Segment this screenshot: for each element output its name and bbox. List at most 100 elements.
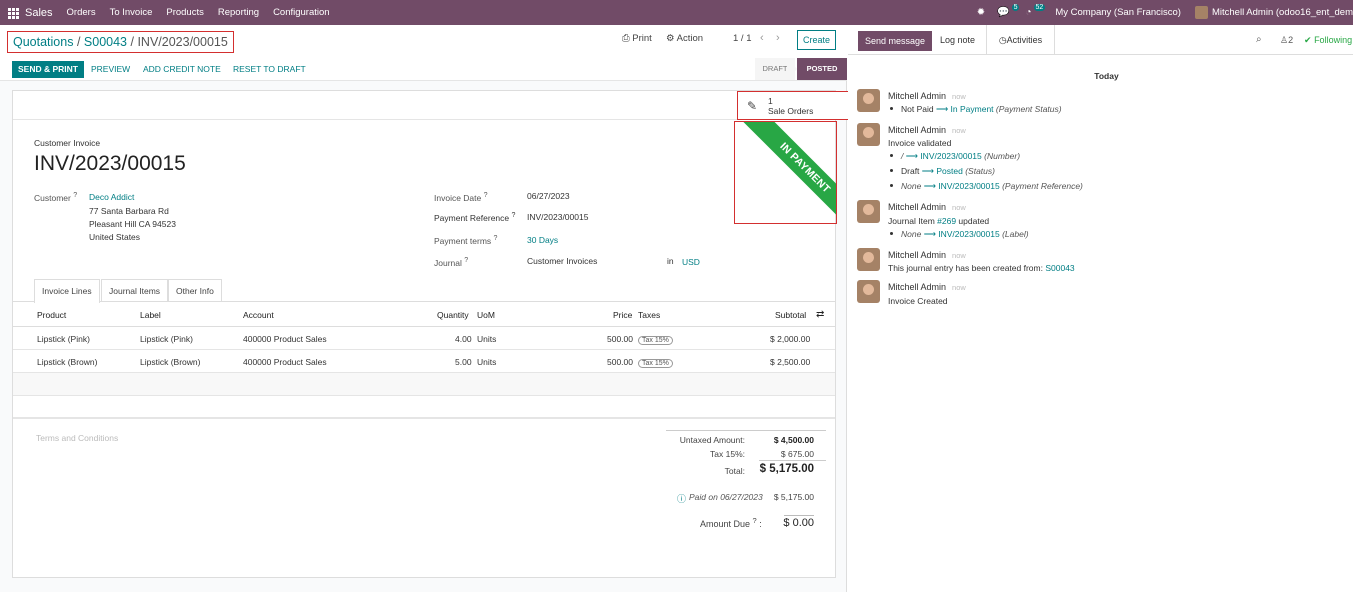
column-label[interactable]: Label (140, 310, 161, 320)
message-author[interactable]: Mitchell Admin now (888, 125, 966, 135)
breadcrumb-quotations[interactable]: Quotations (13, 35, 73, 49)
clock-icon: ◷ (998, 35, 1007, 45)
message-body: Invoice Created (888, 296, 948, 306)
edit-icon: ✎ (747, 99, 758, 113)
message-time: now (952, 203, 966, 212)
menu-to-invoice[interactable]: To Invoice (110, 7, 153, 18)
following-label: Following (1314, 35, 1353, 45)
avatar[interactable] (857, 200, 880, 223)
tracking-line: None ⟶ INV/2023/00015 (Payment Reference… (890, 181, 1083, 192)
sale-order-link[interactable]: S00043 (1045, 263, 1074, 273)
row-product: Lipstick (Brown) (37, 357, 98, 367)
tax-value: $ 675.00 (780, 449, 814, 459)
payment-info-icon[interactable]: ⓘ (677, 492, 686, 505)
in-payment-ribbon: IN PAYMENT (735, 122, 836, 223)
invoice-number-title: INV/2023/00015 (34, 152, 186, 175)
currency-field[interactable]: USD (682, 257, 700, 267)
sale-orders-smart-button[interactable]: ✎ 1 Sale Orders (737, 91, 852, 120)
following-button[interactable]: ✔ Following (1304, 35, 1352, 46)
paperclip-icon[interactable]: ⌕ (1256, 34, 1262, 45)
message-body: Journal Item #269 updated (888, 216, 990, 226)
log-note-button[interactable]: Log note (940, 35, 975, 45)
journal-field[interactable]: Customer Invoices (527, 256, 597, 266)
chatter-topbar: Send message Log note ◷Activities ⌕ ♙2 ✔… (848, 25, 1353, 55)
payment-reference-field[interactable]: INV/2023/00015 (527, 212, 588, 222)
tracking-line: None ⟶ INV/2023/00015 (Label) (890, 229, 1029, 240)
untaxed-amount-value: $ 4,500.00 (773, 435, 814, 445)
tracking-line: Draft ⟶ Posted (Status) (890, 166, 995, 177)
stage-posted: POSTED (797, 58, 847, 80)
debug-bug-icon[interactable]: ✹ (977, 7, 985, 18)
breadcrumb-order[interactable]: S00043 (84, 35, 127, 49)
user-menu[interactable]: Mitchell Admin (odoo16_ent_dem (1212, 7, 1353, 18)
column-product[interactable]: Product (37, 310, 66, 320)
action-menu[interactable]: ⚙ Action (666, 33, 703, 44)
avatar[interactable] (857, 280, 880, 303)
breadcrumb: Quotations / S00043 / INV/2023/00015 (7, 31, 234, 53)
message-body: This journal entry has been created from… (888, 263, 1075, 273)
app-name[interactable]: Sales (25, 7, 53, 19)
column-subtotal[interactable]: Subtotal (775, 310, 806, 320)
gear-icon: ⚙ (666, 33, 675, 44)
status-bar: SEND & PRINT PREVIEW ADD CREDIT NOTE RES… (0, 58, 847, 81)
total-divider (759, 460, 826, 461)
menu-reporting[interactable]: Reporting (218, 7, 259, 18)
table-row[interactable]: Lipstick (Pink) Lipstick (Pink) 400000 P… (13, 327, 835, 350)
messages-icon[interactable]: 💬 (997, 7, 1009, 18)
journal-item-link[interactable]: #269 (937, 216, 956, 226)
pager-next-icon[interactable]: › (776, 32, 780, 44)
send-message-button[interactable]: Send message (858, 31, 933, 51)
avatar[interactable] (857, 248, 880, 271)
customer-link[interactable]: Deco Addict (89, 192, 134, 202)
add-credit-note-button[interactable]: ADD CREDIT NOTE (143, 61, 221, 78)
company-switcher[interactable]: My Company (San Francisco) (1055, 7, 1181, 18)
send-print-button[interactable]: SEND & PRINT (12, 61, 84, 78)
untaxed-amount-label: Untaxed Amount: (679, 435, 745, 445)
column-uom[interactable]: UoM (477, 310, 495, 320)
message-author[interactable]: Mitchell Admin now (888, 282, 966, 292)
payment-terms-field[interactable]: 30 Days (527, 235, 558, 245)
terms-conditions-field[interactable]: Terms and Conditions (36, 433, 118, 443)
reset-to-draft-button[interactable]: RESET TO DRAFT (233, 61, 306, 78)
tracking-line: Not Paid ⟶ In Payment (Payment Status) (890, 104, 1062, 115)
tab-journal-items[interactable]: Journal Items (101, 279, 169, 302)
message-author[interactable]: Mitchell Admin now (888, 202, 966, 212)
activity-clock-icon[interactable]: ◔ (1025, 7, 1031, 18)
message-author[interactable]: Mitchell Admin now (888, 250, 966, 260)
avatar[interactable] (857, 89, 880, 112)
column-account[interactable]: Account (243, 310, 274, 320)
row-uom: Units (477, 357, 497, 367)
apps-menu-icon[interactable] (8, 7, 19, 19)
action-label: Action (676, 33, 704, 44)
activities-label: Activities (1006, 35, 1043, 45)
preview-button[interactable]: PREVIEW (91, 61, 130, 78)
optional-columns-icon[interactable]: ⇄ (816, 309, 824, 320)
create-button[interactable]: Create (797, 30, 836, 50)
avatar[interactable] (857, 123, 880, 146)
print-menu[interactable]: ⎙ Print (622, 33, 652, 44)
column-quantity[interactable]: Quantity (437, 310, 469, 320)
followers-button[interactable]: ♙2 (1280, 35, 1293, 46)
menu-configuration[interactable]: Configuration (273, 7, 330, 18)
user-avatar[interactable] (1194, 6, 1208, 19)
empty-row (13, 396, 835, 419)
breadcrumb-current: INV/2023/00015 (137, 35, 228, 49)
tab-other-info[interactable]: Other Info (168, 279, 222, 302)
table-row[interactable]: Lipstick (Brown) Lipstick (Brown) 400000… (13, 350, 835, 373)
activities-button[interactable]: ◷Activities (986, 25, 1055, 55)
total-value: $ 5,175.00 (759, 463, 814, 475)
tab-invoice-lines[interactable]: Invoice Lines (34, 279, 100, 303)
menu-orders[interactable]: Orders (67, 7, 96, 18)
message-author[interactable]: Mitchell Admin now (888, 91, 966, 101)
pager-previous-icon[interactable]: ‹ (760, 32, 764, 44)
column-taxes[interactable]: Taxes (638, 310, 660, 320)
menu-products[interactable]: Products (166, 7, 204, 18)
pager-value[interactable]: 1 / 1 (733, 33, 752, 44)
notebook-tabs: Invoice Lines Journal Items Other Info (13, 279, 835, 303)
activity-count-badge: 52 (1033, 4, 1046, 11)
form-view: Quotations / S00043 / INV/2023/00015 ⎙ P… (0, 25, 852, 592)
invoice-date-field[interactable]: 06/27/2023 (527, 191, 570, 201)
payment-reference-label: Payment Reference ? (434, 211, 516, 223)
chatter-panel: Send message Log note ◷Activities ⌕ ♙2 ✔… (848, 25, 1353, 592)
column-price[interactable]: Price (613, 310, 632, 320)
